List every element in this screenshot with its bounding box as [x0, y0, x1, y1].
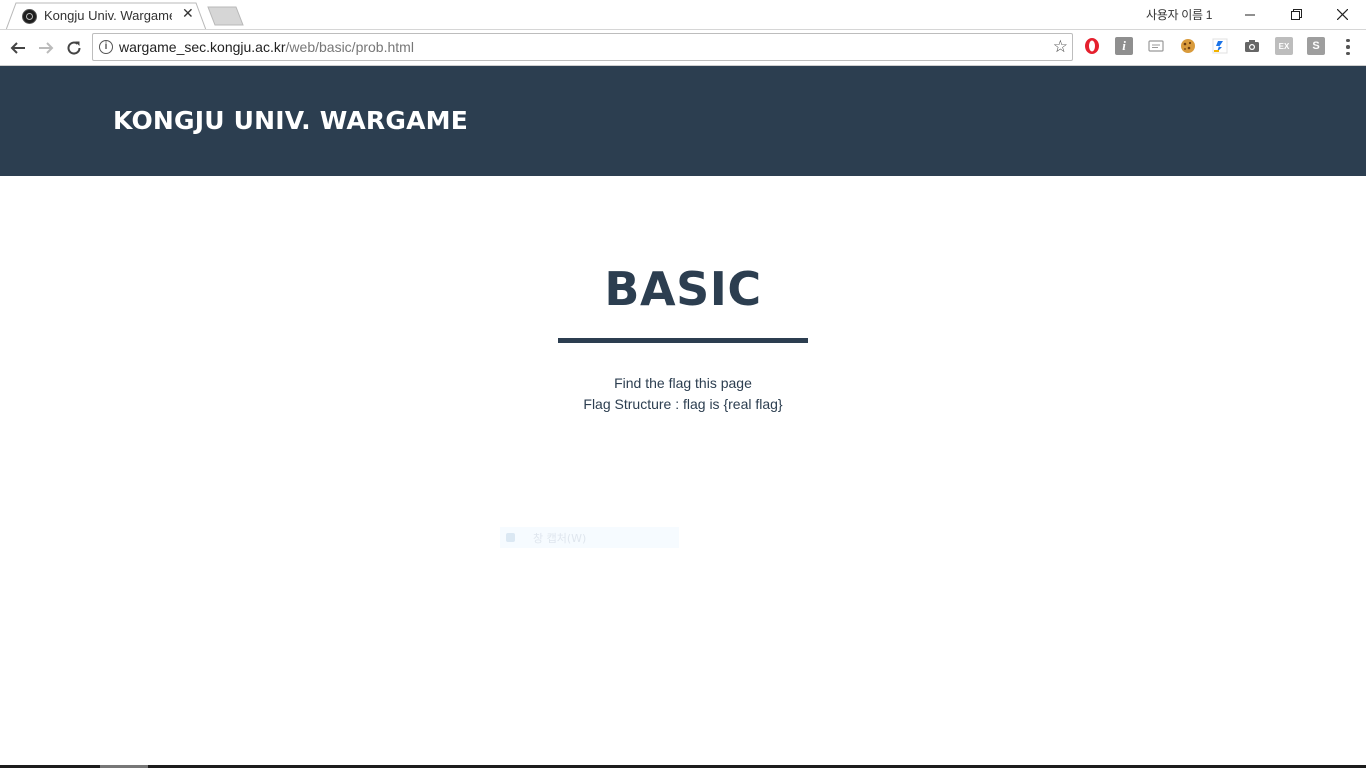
site-header: KONGJU UNIV. WARGAME [0, 66, 1366, 176]
description-line: Find the flag this page [614, 375, 752, 391]
camera-glyph [1245, 40, 1259, 52]
url-text[interactable]: wargame_sec.kongju.ac.kr/web/basic/prob.… [119, 39, 414, 55]
profile-name[interactable]: 사용자 이름 1 [1146, 6, 1212, 23]
reload-button[interactable] [62, 36, 86, 60]
opera-icon[interactable] [1083, 37, 1101, 55]
minimize-button[interactable] [1227, 0, 1273, 29]
forward-button[interactable] [34, 36, 58, 60]
site-brand[interactable]: KONGJU UNIV. WARGAME [113, 106, 468, 135]
tab-title: Kongju Univ. Wargame [44, 8, 172, 23]
extension-icon[interactable] [1211, 37, 1229, 55]
close-icon [1336, 9, 1348, 20]
url-path: /web/basic/prob.html [285, 39, 414, 55]
page-title: BASIC [604, 262, 762, 316]
cookie-glyph [1181, 39, 1195, 53]
restore-icon [1290, 9, 1302, 20]
ex-extension-icon[interactable]: EX [1275, 37, 1293, 55]
reader-glyph [1148, 40, 1164, 52]
bookmark-star-icon[interactable]: ☆ [1053, 37, 1068, 57]
window-capture-icon [506, 533, 515, 542]
back-arrow-icon [10, 42, 25, 54]
minimize-icon [1245, 14, 1255, 15]
browser-menu-icon[interactable] [1340, 37, 1356, 57]
info-extension-icon[interactable]: i [1115, 37, 1133, 55]
heading-divider [558, 338, 808, 343]
site-favicon-icon [22, 9, 37, 24]
menu-dot [1346, 38, 1350, 43]
reader-icon[interactable] [1147, 37, 1165, 55]
reload-icon [67, 41, 81, 55]
forward-arrow-icon [39, 42, 54, 54]
description-line: Flag Structure : flag is {real flag} [583, 396, 783, 412]
browser-toolbar: i wargame_sec.kongju.ac.kr/web/basic/pro… [0, 30, 1366, 66]
extension-glyph [1212, 38, 1228, 54]
tab-close-icon[interactable]: ✕ [182, 6, 194, 22]
opera-logo [1085, 38, 1099, 54]
camera-icon[interactable] [1243, 37, 1261, 55]
back-button[interactable] [6, 36, 30, 60]
restore-button[interactable] [1273, 0, 1319, 29]
cookie-icon[interactable] [1179, 37, 1197, 55]
faded-menu-label: 창 캡처(W) [533, 532, 587, 545]
browser-titlebar: Kongju Univ. Wargame ✕ 사용자 이름 1 [0, 0, 1366, 30]
faded-context-menu-item: 창 캡처(W) [500, 527, 679, 548]
menu-dot [1346, 51, 1350, 56]
menu-dot [1346, 45, 1350, 49]
url-host: wargame_sec.kongju.ac.kr [119, 39, 286, 55]
site-info-icon[interactable]: i [99, 40, 113, 54]
s-extension-icon[interactable]: S [1307, 37, 1325, 55]
browser-tab[interactable]: Kongju Univ. Wargame ✕ [6, 2, 206, 30]
address-bar[interactable]: i wargame_sec.kongju.ac.kr/web/basic/pro… [92, 33, 1073, 61]
new-tab-button[interactable] [207, 6, 245, 26]
close-window-button[interactable] [1319, 0, 1365, 29]
new-tab-icon [207, 6, 244, 26]
